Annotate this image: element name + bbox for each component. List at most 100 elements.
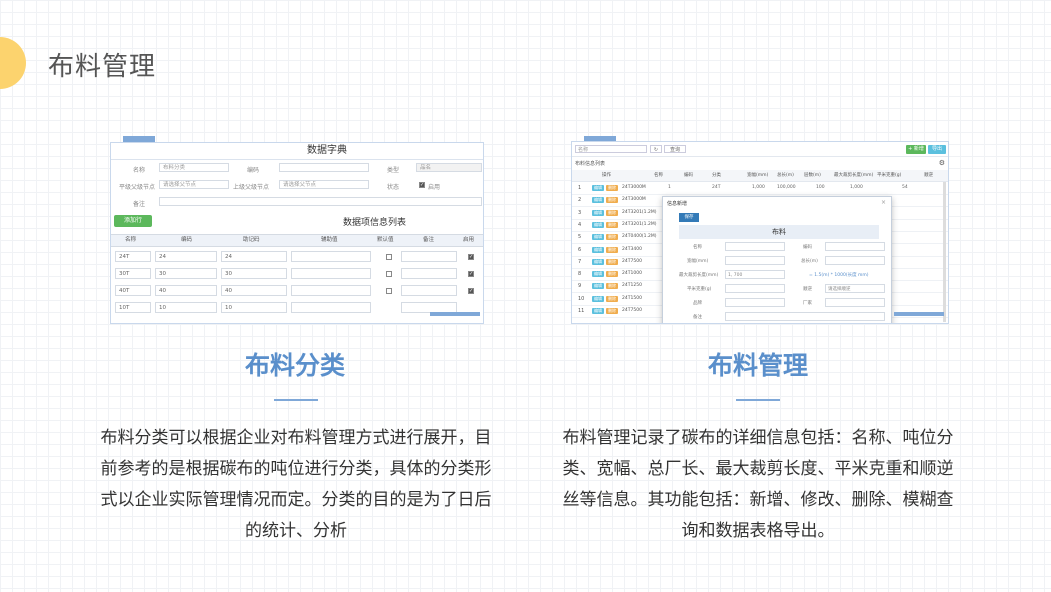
column-header: 默认值 xyxy=(377,237,394,243)
row-name[interactable]: 10T xyxy=(115,302,151,313)
title-underline xyxy=(274,399,318,401)
edit-button[interactable]: 编辑 xyxy=(592,234,604,241)
row-enabled-checkbox[interactable]: ✓ xyxy=(468,254,474,260)
left-card-title: 布料分类 xyxy=(244,351,345,380)
name-label: 名称 xyxy=(133,167,146,174)
row-code: 24T3400 xyxy=(622,246,642,252)
row-aux[interactable] xyxy=(291,268,371,279)
row-mnemonic[interactable]: 24 xyxy=(221,251,287,262)
row-code: 24T7500 xyxy=(622,258,642,264)
row-number: 2 xyxy=(578,197,582,204)
scrollbar[interactable] xyxy=(943,182,946,322)
weight-label: 平米克重(g) xyxy=(687,287,712,292)
delete-button[interactable]: 删除 xyxy=(606,246,618,253)
width-field[interactable] xyxy=(725,256,785,265)
export-button[interactable]: 导出 xyxy=(928,145,946,154)
row-aux[interactable] xyxy=(291,285,371,296)
row-enabled-checkbox[interactable]: ✓ xyxy=(468,271,474,277)
direction-select[interactable]: 请选择顺逆 xyxy=(825,284,885,293)
row-code: 24T1500 xyxy=(622,295,642,301)
edit-button[interactable]: 编辑 xyxy=(592,308,604,314)
right-card-title: 布料管理 xyxy=(707,351,808,380)
supplier-field[interactable] xyxy=(725,298,785,307)
factory-field[interactable] xyxy=(825,298,885,307)
weight-field[interactable] xyxy=(725,284,785,293)
row-remark[interactable] xyxy=(401,268,457,279)
delete-button[interactable]: 删除 xyxy=(606,295,618,302)
edit-button[interactable]: 编辑 xyxy=(592,295,604,302)
row-mnemonic[interactable]: 10 xyxy=(221,302,287,313)
code-field[interactable] xyxy=(279,163,369,172)
name-field[interactable] xyxy=(725,242,785,251)
row-code[interactable]: 24 xyxy=(155,251,217,262)
row-code[interactable]: 40 xyxy=(155,285,217,296)
row-code: 24T3000M xyxy=(622,185,646,190)
edit-button[interactable]: 编辑 xyxy=(592,246,604,253)
column-header: 宽幅(mm) xyxy=(747,173,769,178)
row-remark[interactable] xyxy=(401,251,457,262)
row-number: 4 xyxy=(578,221,582,228)
row-code[interactable]: 10 xyxy=(155,302,217,313)
max-cut-hint: = 1.5(m) * 1000(长度 mm) xyxy=(809,273,869,278)
edit-button[interactable]: 编辑 xyxy=(592,221,604,228)
delete-button[interactable]: 删除 xyxy=(606,185,618,191)
edit-button[interactable]: 编辑 xyxy=(592,271,604,278)
delete-button[interactable]: 删除 xyxy=(606,197,618,204)
row-mnemonic[interactable]: 40 xyxy=(221,285,287,296)
name-field[interactable]: 布料分类 xyxy=(159,163,229,172)
form-title: 布料 xyxy=(679,225,879,239)
row-default-checkbox[interactable] xyxy=(386,288,392,294)
delete-button[interactable]: 删除 xyxy=(606,209,618,216)
row-name[interactable]: 24T xyxy=(115,251,151,262)
delete-button[interactable]: 删除 xyxy=(606,308,618,314)
edit-button[interactable]: 编辑 xyxy=(592,185,604,191)
parent-select[interactable]: 请选择父节点 xyxy=(159,180,229,189)
save-button[interactable]: 保存 xyxy=(679,213,699,222)
code-field[interactable] xyxy=(825,242,885,251)
row-name[interactable]: 30T xyxy=(115,268,151,279)
edit-button[interactable]: 编辑 xyxy=(592,283,604,290)
row-aux[interactable] xyxy=(291,302,371,313)
search-button[interactable]: 查询 xyxy=(664,145,686,153)
edit-button[interactable]: 编辑 xyxy=(592,209,604,216)
code-label: 编码 xyxy=(247,167,260,174)
add-button[interactable]: + 新增 xyxy=(906,145,926,154)
search-input[interactable]: 名称 xyxy=(575,145,647,153)
edit-button[interactable]: 编辑 xyxy=(592,258,604,265)
row-default-checkbox[interactable] xyxy=(386,254,392,260)
row-number: 8 xyxy=(578,271,582,278)
row-name[interactable]: 40T xyxy=(115,285,151,296)
remark-field[interactable] xyxy=(159,197,482,206)
row-code: 24T7500 xyxy=(622,308,642,313)
row-default-checkbox[interactable] xyxy=(386,271,392,277)
add-row-button[interactable]: 添加行 xyxy=(114,215,152,227)
gear-icon[interactable]: ⚙ xyxy=(939,159,945,167)
row-number: 7 xyxy=(578,258,582,265)
delete-button[interactable]: 删除 xyxy=(606,271,618,278)
type-field[interactable]: 品名 xyxy=(416,163,482,172)
upper-select[interactable]: 请选择父节点 xyxy=(279,180,369,189)
delete-button[interactable]: 删除 xyxy=(606,234,618,241)
column-header: 名称 xyxy=(654,173,663,178)
refresh-icon[interactable]: ↻ xyxy=(650,145,662,153)
row-enabled-checkbox[interactable]: ✓ xyxy=(468,288,474,294)
row-code[interactable]: 30 xyxy=(155,268,217,279)
max-cut-label: 最大裁剪长度(mm) xyxy=(679,273,719,278)
row-remark[interactable] xyxy=(401,285,457,296)
column-header: 层数(m) xyxy=(804,173,821,178)
delete-button[interactable]: 删除 xyxy=(606,221,618,228)
remark-field[interactable] xyxy=(725,312,885,321)
table-row: 1 编辑 删除 24T3000M xyxy=(572,182,948,195)
length-field[interactable] xyxy=(825,256,885,265)
modal-title: 信息新增 xyxy=(667,201,688,207)
status-checkbox[interactable]: ✓ xyxy=(419,182,425,188)
row-aux[interactable] xyxy=(291,251,371,262)
row-mnemonic[interactable]: 30 xyxy=(221,268,287,279)
close-icon[interactable]: × xyxy=(881,199,886,206)
edit-button[interactable]: 编辑 xyxy=(592,197,604,204)
delete-button[interactable]: 删除 xyxy=(606,258,618,265)
column-header: 启用 xyxy=(463,237,475,243)
delete-button[interactable]: 删除 xyxy=(606,283,618,290)
column-header: 顺逆 xyxy=(924,173,933,178)
max-cut-field[interactable]: 1, 700 xyxy=(725,270,785,279)
